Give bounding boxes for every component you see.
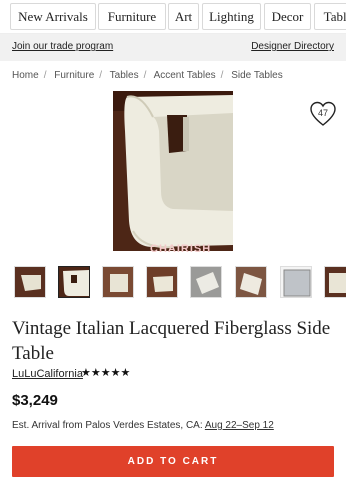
thumbnail[interactable]	[280, 266, 312, 298]
product-price: $3,249	[12, 392, 58, 409]
watermark-logo: CHAIRISH	[150, 243, 212, 255]
favorite-count: 47	[317, 108, 328, 118]
thumbnail[interactable]	[190, 266, 222, 298]
add-to-cart-button[interactable]: ADD TO CART	[12, 446, 334, 477]
thumbnail-selected[interactable]	[58, 266, 90, 298]
favorite-button[interactable]: 47	[309, 100, 337, 128]
nav-furniture[interactable]: Furniture	[98, 3, 166, 30]
thumbnail-strip	[0, 266, 346, 298]
nav-new-arrivals[interactable]: New Arrivals	[10, 3, 96, 30]
product-main-image[interactable]	[113, 91, 233, 251]
breadcrumb-furniture[interactable]: Furniture	[54, 70, 94, 81]
breadcrumb-side-tables[interactable]: Side Tables	[231, 70, 283, 81]
nav-art[interactable]: Art	[168, 3, 199, 30]
breadcrumb-accent-tables[interactable]: Accent Tables	[154, 70, 216, 81]
thumbnail-image	[147, 267, 177, 297]
thumbnail[interactable]	[235, 266, 267, 298]
thumbnail[interactable]	[146, 266, 178, 298]
estimated-arrival: Est. Arrival from Palos Verdes Estates, …	[12, 420, 274, 431]
breadcrumb-tables[interactable]: Tables	[110, 70, 139, 81]
nav-tables[interactable]: Table	[314, 3, 346, 30]
product-title: Vintage Italian Lacquered Fiberglass Sid…	[12, 318, 331, 364]
thumbnail-image	[236, 267, 266, 297]
arrival-label: Est. Arrival from Palos Verdes Estates, …	[12, 420, 203, 431]
seller-link[interactable]: LuLuCalifornia	[12, 368, 83, 380]
thumbnail[interactable]	[102, 266, 134, 298]
nav-decor[interactable]: Decor	[264, 3, 311, 30]
category-nav: New Arrivals Furniture Art Lighting Deco…	[0, 0, 346, 34]
product-photo	[113, 91, 233, 251]
thumbnail[interactable]	[324, 266, 346, 298]
nav-lighting[interactable]: Lighting	[202, 3, 261, 30]
thumbnail-image	[103, 267, 133, 297]
seller-rating-stars: ★★★★★	[81, 367, 131, 379]
trade-bar: Join our trade program Designer Director…	[0, 34, 346, 61]
thumbnail-image	[281, 267, 311, 297]
designer-directory-link[interactable]: Designer Directory	[251, 41, 334, 52]
thumbnail-image	[15, 267, 45, 297]
arrival-dates-link[interactable]: Aug 22–Sep 12	[205, 420, 274, 431]
thumbnail-image	[325, 267, 346, 297]
breadcrumb-home[interactable]: Home	[12, 70, 39, 81]
trade-program-link[interactable]: Join our trade program	[12, 41, 113, 52]
thumbnail-image	[191, 267, 221, 297]
thumbnail[interactable]	[14, 266, 46, 298]
thumbnail-image	[59, 267, 89, 297]
breadcrumb: Home / Furniture / Tables / Accent Tables / …	[12, 70, 283, 81]
